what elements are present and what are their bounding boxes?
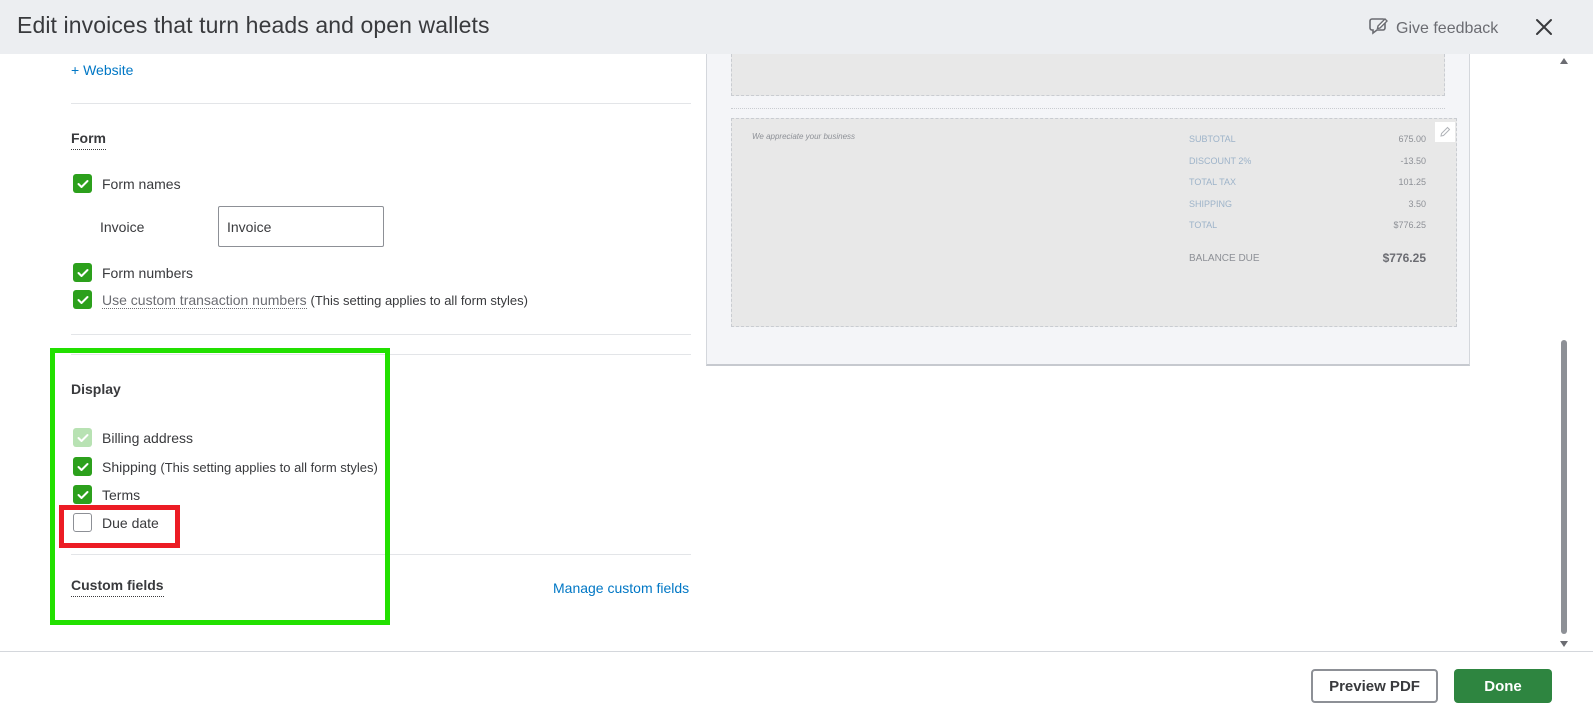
preview-separator [731, 108, 1445, 109]
form-names-label: Form names [102, 175, 181, 192]
scroll-down-arrow[interactable] [1560, 641, 1568, 647]
terms-checkbox[interactable] [73, 485, 92, 504]
shipping-row[interactable]: Shipping (This setting applies to all fo… [73, 457, 378, 476]
shipping-label: Shipping [102, 458, 157, 475]
summary-shipping-row: SHIPPING 3.50 [1189, 199, 1426, 209]
checkmark-icon [77, 433, 88, 442]
summary-label: SHIPPING [1189, 199, 1233, 209]
preview-upper-section [731, 54, 1445, 96]
close-button[interactable] [1533, 16, 1555, 38]
checkmark-icon [77, 462, 88, 471]
shipping-note: (This setting applies to all form styles… [160, 459, 378, 475]
custom-numbers-note: (This setting applies to all form styles… [310, 292, 528, 308]
checkmark-icon [77, 490, 88, 499]
custom-numbers-row[interactable]: Use custom transaction numbers (This set… [73, 290, 528, 309]
summary-label: SUBTOTAL [1189, 134, 1236, 144]
pencil-icon [1440, 126, 1451, 137]
summary-value: 101.25 [1398, 177, 1426, 187]
billing-address-checkbox [73, 428, 92, 447]
give-feedback-label: Give feedback [1396, 19, 1499, 37]
custom-numbers-link[interactable]: Use custom transaction numbers [102, 291, 307, 309]
billing-address-row: Billing address [73, 428, 193, 447]
modal-header: Edit invoices that turn heads and open w… [0, 0, 1593, 54]
edit-footer-button[interactable] [1435, 122, 1455, 142]
due-date-row[interactable]: Due date [73, 513, 159, 532]
terms-label: Terms [102, 486, 141, 503]
summary-total-row: TOTAL $776.25 [1189, 220, 1426, 230]
preview-thanks-message: We appreciate your business [752, 132, 856, 141]
invoice-name-label: Invoice [100, 219, 145, 235]
form-section-title: Form [71, 130, 106, 150]
checkmark-icon [77, 179, 88, 188]
summary-value: -13.50 [1400, 156, 1426, 166]
divider [71, 103, 691, 104]
due-date-checkbox[interactable] [73, 513, 92, 532]
due-date-label: Due date [102, 514, 159, 531]
summary-label: TOTAL TAX [1189, 177, 1237, 187]
summary-discount-row: DISCOUNT 2% -13.50 [1189, 156, 1426, 166]
divider [71, 554, 691, 555]
summary-label: DISCOUNT 2% [1189, 156, 1252, 166]
summary-value: $776.25 [1393, 220, 1426, 230]
manage-custom-fields-link[interactable]: Manage custom fields [553, 580, 689, 596]
divider [71, 334, 691, 335]
terms-row[interactable]: Terms [73, 485, 140, 504]
scroll-up-arrow[interactable] [1560, 58, 1568, 64]
feedback-icon [1369, 16, 1389, 41]
form-numbers-row[interactable]: Form numbers [73, 263, 193, 282]
summary-subtotal-row: SUBTOTAL 675.00 [1189, 134, 1426, 144]
done-button[interactable]: Done [1454, 669, 1552, 703]
summary-label: TOTAL [1189, 220, 1218, 230]
shipping-checkbox[interactable] [73, 457, 92, 476]
form-numbers-checkbox[interactable] [73, 263, 92, 282]
add-website-link[interactable]: + Website [71, 62, 133, 78]
billing-address-label: Billing address [102, 429, 194, 446]
invoice-name-input[interactable] [218, 206, 384, 247]
invoice-preview: We appreciate your business SUBTOTAL 675… [706, 54, 1470, 366]
preview-footer-section[interactable]: We appreciate your business SUBTOTAL 675… [731, 118, 1457, 327]
divider [71, 354, 691, 355]
custom-fields-title: Custom fields [71, 577, 164, 597]
give-feedback-button[interactable]: Give feedback [1369, 16, 1498, 41]
display-section-title: Display [71, 381, 121, 397]
balance-due-value: $776.25 [1382, 251, 1426, 265]
checkmark-icon [77, 268, 88, 277]
close-icon [1536, 19, 1552, 35]
form-names-checkbox[interactable] [73, 174, 92, 193]
summary-tax-row: TOTAL TAX 101.25 [1189, 177, 1426, 187]
balance-due-row: BALANCE DUE $776.25 [1189, 251, 1426, 265]
preview-pdf-button[interactable]: Preview PDF [1311, 669, 1438, 703]
form-names-row[interactable]: Form names [73, 174, 181, 193]
custom-numbers-checkbox[interactable] [73, 290, 92, 309]
summary-value: 675.00 [1398, 134, 1426, 144]
form-numbers-label: Form numbers [102, 264, 194, 281]
balance-due-label: BALANCE DUE [1189, 252, 1260, 264]
checkmark-icon [77, 295, 88, 304]
modal-footer: Preview PDF Done [0, 651, 1593, 722]
scrollbar-thumb[interactable] [1561, 340, 1567, 634]
page-title: Edit invoices that turn heads and open w… [17, 12, 490, 38]
summary-value: 3.50 [1408, 199, 1426, 209]
